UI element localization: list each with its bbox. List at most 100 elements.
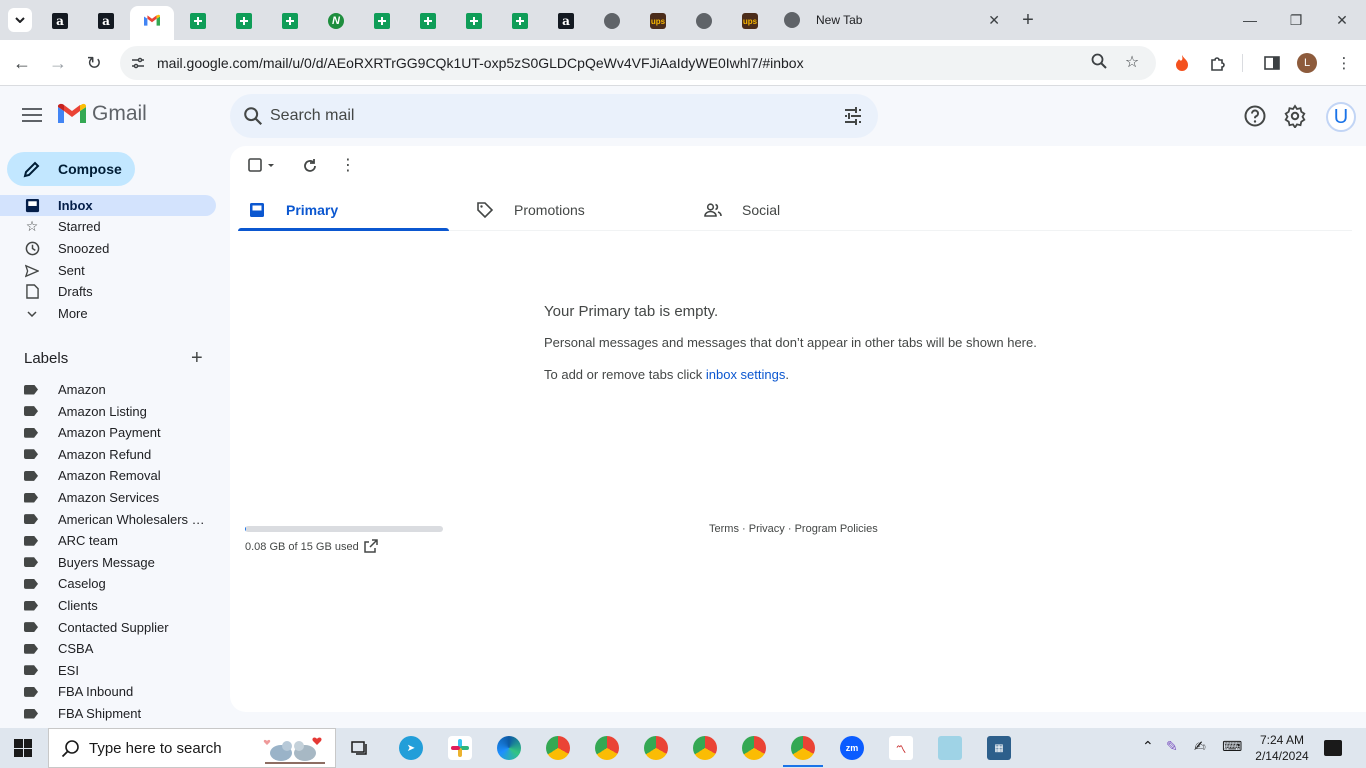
- pinned-tab-ups[interactable]: ups: [728, 6, 772, 36]
- help-icon[interactable]: [1243, 104, 1267, 128]
- inbox-settings-link[interactable]: inbox settings: [706, 367, 786, 382]
- address-bar[interactable]: mail.google.com/mail/u/0/d/AEoRXRTrGG9CQ…: [120, 46, 1156, 80]
- account-avatar[interactable]: U: [1326, 102, 1356, 132]
- browser-menu-icon[interactable]: ⋮: [1334, 53, 1354, 73]
- pinned-tab-sheets[interactable]: [268, 6, 312, 36]
- pinned-tab-sheets[interactable]: [406, 6, 450, 36]
- nav-item-snoozed[interactable]: Snoozed: [0, 238, 216, 259]
- label-item[interactable]: Clients: [24, 595, 210, 616]
- label-item[interactable]: ESI: [24, 660, 210, 681]
- side-panel-icon[interactable]: [1262, 53, 1282, 73]
- taskbar-search-input[interactable]: Type here to search: [89, 740, 222, 757]
- ink-tray-icon[interactable]: ✍: [1194, 738, 1206, 755]
- pinned-tab-green[interactable]: N: [314, 6, 358, 36]
- external-link-icon[interactable]: [364, 539, 378, 553]
- chrome-profile-5-icon[interactable]: [742, 736, 766, 760]
- pinned-tab-sheets[interactable]: [360, 6, 404, 36]
- zoom-app-icon[interactable]: zm: [840, 736, 864, 760]
- program-policies-link[interactable]: Program Policies: [795, 523, 878, 535]
- refresh-icon[interactable]: [302, 158, 318, 174]
- pinned-tab-amazon[interactable]: a: [38, 6, 82, 36]
- nav-item-inbox[interactable]: Inbox: [0, 195, 216, 216]
- windows-start-icon[interactable]: [14, 739, 32, 757]
- label-item[interactable]: Amazon: [24, 379, 210, 400]
- back-button[interactable]: ←: [10, 51, 34, 75]
- label-item[interactable]: Amazon Listing: [24, 401, 210, 422]
- search-options-icon[interactable]: [842, 105, 864, 127]
- site-info-icon[interactable]: [130, 55, 146, 71]
- pinned-tab-ups[interactable]: ups: [636, 6, 680, 36]
- chrome-profile-6-icon[interactable]: [791, 736, 815, 760]
- system-clock[interactable]: 7:24 AM 2/14/2024: [1252, 732, 1312, 764]
- chrome-profile-4-icon[interactable]: [693, 736, 717, 760]
- tab-primary[interactable]: Primary: [238, 190, 449, 231]
- gmail-logo[interactable]: Gmail: [58, 102, 147, 126]
- label-item[interactable]: FBA Inbound: [24, 681, 210, 702]
- bookmark-star-icon[interactable]: ☆: [1122, 53, 1142, 73]
- chrome-profile-2-icon[interactable]: [595, 736, 619, 760]
- search-input[interactable]: Search mail: [270, 107, 354, 125]
- main-menu-icon[interactable]: [20, 104, 44, 128]
- nav-item-drafts[interactable]: Drafts: [0, 281, 216, 302]
- settings-gear-icon[interactable]: [1283, 104, 1307, 128]
- pen-tray-icon[interactable]: ✎: [1166, 738, 1178, 755]
- tab-search-button[interactable]: [8, 8, 32, 32]
- notifications-icon[interactable]: [1324, 740, 1342, 756]
- label-item[interactable]: Contacted Supplier: [24, 617, 210, 638]
- pinned-tab-sheets[interactable]: [222, 6, 266, 36]
- tray-chevron-up-icon[interactable]: ⌃: [1142, 738, 1154, 755]
- close-icon[interactable]: ✕: [988, 12, 1000, 29]
- notes-app-icon[interactable]: [938, 736, 962, 760]
- pinned-tab-amazon[interactable]: a: [84, 6, 128, 36]
- pinned-tab-gmail[interactable]: [130, 6, 174, 40]
- nav-item-sent[interactable]: Sent: [0, 260, 216, 281]
- pinned-tab-sheets[interactable]: [452, 6, 496, 36]
- slack-icon[interactable]: [448, 736, 472, 760]
- reload-button[interactable]: ↻: [82, 51, 106, 75]
- app-chart-icon[interactable]: 〽: [889, 736, 913, 760]
- telegram-icon[interactable]: ➤: [399, 736, 423, 760]
- pinned-tab-amazon[interactable]: a: [544, 6, 588, 36]
- extension-fire-icon[interactable]: [1172, 53, 1192, 73]
- keyboard-icon[interactable]: ⌨: [1222, 738, 1242, 755]
- select-all-checkbox[interactable]: [248, 158, 274, 174]
- label-item[interactable]: Amazon Payment: [24, 422, 210, 443]
- taskbar-search[interactable]: Type here to search: [48, 728, 336, 768]
- label-item[interactable]: American Wholesalers L...: [24, 509, 210, 530]
- new-tab-button[interactable]: +: [1016, 9, 1040, 33]
- forward-button[interactable]: →: [46, 51, 70, 75]
- restore-button[interactable]: ❐: [1284, 8, 1308, 32]
- label-item[interactable]: Buyers Message: [24, 552, 210, 573]
- extensions-puzzle-icon[interactable]: [1208, 53, 1228, 73]
- zoom-icon[interactable]: [1089, 53, 1109, 73]
- pinned-tab-sheets[interactable]: [176, 6, 220, 36]
- terms-link[interactable]: Terms: [709, 523, 739, 535]
- minimize-button[interactable]: —: [1238, 8, 1262, 32]
- more-options-icon[interactable]: ⋮: [340, 158, 356, 174]
- close-window-button[interactable]: ✕: [1330, 8, 1354, 32]
- search-icon[interactable]: [242, 105, 264, 127]
- url-text[interactable]: mail.google.com/mail/u/0/d/AEoRXRTrGG9CQ…: [157, 55, 804, 71]
- add-label-icon[interactable]: +: [191, 348, 203, 368]
- label-item[interactable]: Caselog: [24, 573, 210, 594]
- label-item[interactable]: Amazon Refund: [24, 444, 210, 465]
- label-item[interactable]: FBA Shipment: [24, 703, 210, 724]
- calculator-icon[interactable]: ▦: [987, 736, 1011, 760]
- label-item[interactable]: CSBA: [24, 638, 210, 659]
- privacy-link[interactable]: Privacy: [749, 523, 785, 535]
- search-bar[interactable]: Search mail: [230, 94, 878, 138]
- profile-avatar[interactable]: L: [1297, 53, 1317, 73]
- pinned-tab-globe[interactable]: [682, 6, 726, 36]
- label-item[interactable]: Amazon Removal: [24, 465, 210, 486]
- label-item[interactable]: ARC team: [24, 530, 210, 551]
- tab-promotions[interactable]: Promotions: [466, 190, 677, 230]
- compose-button[interactable]: Compose: [7, 152, 135, 186]
- pinned-tab-globe[interactable]: [590, 6, 634, 36]
- chrome-profile-1-icon[interactable]: [546, 736, 570, 760]
- task-view-icon[interactable]: [350, 738, 370, 758]
- tab-social[interactable]: Social: [694, 190, 905, 230]
- chrome-profile-3-icon[interactable]: [644, 736, 668, 760]
- label-item[interactable]: Amazon Services: [24, 487, 210, 508]
- nav-item-more[interactable]: More: [0, 303, 216, 324]
- tab-new-tab[interactable]: New Tab ✕: [776, 6, 1010, 34]
